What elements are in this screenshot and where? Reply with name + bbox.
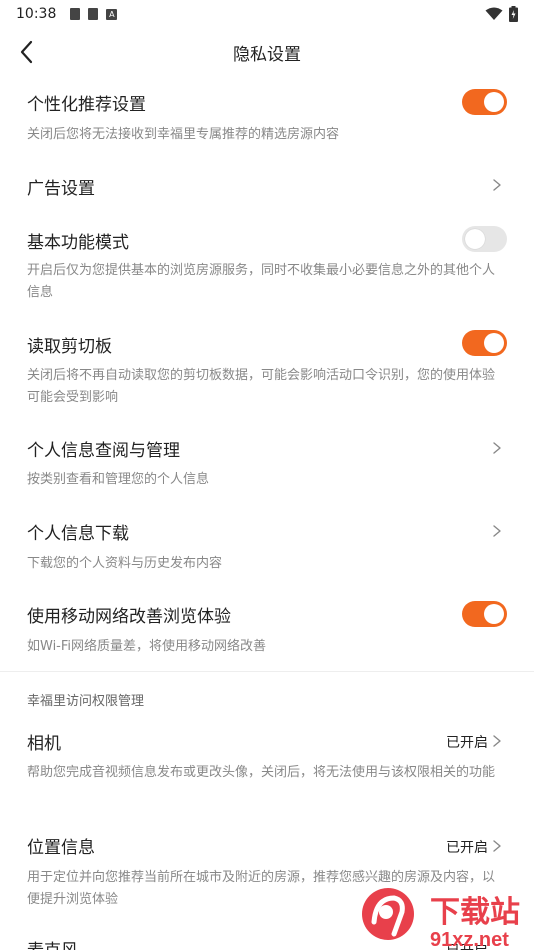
permission-description: 帮助您完成音视频信息发布或更改头像，关闭后，将无法使用与该权限相关的功能 — [27, 765, 496, 780]
setting-mobile-network: 使用移动网络改善浏览体验 如Wi-Fi网络质量差，将使用移动网络改善 — [0, 595, 534, 661]
status-bar: 10:38 A — [0, 0, 534, 28]
setting-personalized-recommendation: 个性化推荐设置 关闭后您将无法接收到幸福里专属推荐的精选房源内容 — [0, 84, 534, 150]
setting-basic-mode: 基本功能模式 开启后仅为您提供基本的浏览房源服务，同时不收集最小必要信息之外的其… — [0, 220, 534, 306]
page-title: 隐私设置 — [233, 45, 301, 65]
setting-description: 开启后仅为您提供基本的浏览房源服务，同时不收集最小必要信息之外的其他个人信息 — [27, 263, 496, 300]
notification-icon — [88, 8, 99, 20]
wifi-icon — [485, 7, 503, 20]
toggle-knob — [484, 333, 504, 353]
setting-title: 广告设置 — [27, 179, 95, 199]
setting-title: 读取剪切板 — [27, 337, 112, 357]
permission-camera[interactable]: 相机 已开启 帮助您完成音视频信息发布或更改头像，关闭后，将无法使用与该权限相关… — [0, 720, 534, 810]
chevron-right-icon — [493, 525, 501, 537]
chevron-right-icon — [493, 735, 501, 747]
permission-status: 已开启 — [446, 840, 488, 856]
setting-ad-settings[interactable]: 广告设置 — [0, 166, 534, 206]
setting-read-clipboard: 读取剪切板 关闭后将不再自动读取您的剪切板数据，可能会影响活动口令识别，您的使用… — [0, 324, 534, 410]
setting-title: 个性化推荐设置 — [27, 95, 146, 115]
permission-status: 已开启 — [446, 735, 488, 751]
setting-description: 如Wi-Fi网络质量差，将使用移动网络改善 — [27, 639, 267, 654]
setting-title: 使用移动网络改善浏览体验 — [27, 607, 231, 627]
setting-description: 下载您的个人资料与历史发布内容 — [27, 556, 223, 571]
setting-personal-info-management[interactable]: 个人信息查阅与管理 按类别查看和管理您的个人信息 — [0, 428, 534, 494]
setting-title: 个人信息下载 — [27, 524, 129, 544]
watermark-logo: 下载站 91xz.net — [358, 884, 534, 950]
svg-text:下载站: 下载站 — [430, 896, 520, 929]
setting-personal-info-download[interactable]: 个人信息下载 下载您的个人资料与历史发布内容 — [0, 511, 534, 577]
setting-description: 关闭后将不再自动读取您的剪切板数据，可能会影响活动口令识别，您的使用体验可能会受… — [27, 368, 496, 405]
chevron-right-icon — [493, 840, 501, 852]
read-clipboard-toggle[interactable] — [462, 330, 507, 356]
permission-title: 麦克风 — [27, 936, 78, 950]
permission-title: 相机 — [27, 734, 61, 754]
status-time: 10:38 — [16, 6, 57, 22]
setting-description: 按类别查看和管理您的个人信息 — [27, 472, 210, 487]
chevron-right-icon — [493, 442, 501, 454]
notification-icons: A — [70, 8, 118, 20]
setting-title: 基本功能模式 — [27, 233, 129, 253]
notification-a-icon: A — [106, 8, 118, 20]
toggle-knob — [465, 229, 485, 249]
nav-bar: 隐私设置 — [0, 30, 534, 74]
section-divider — [0, 671, 534, 672]
permission-title: 位置信息 — [27, 838, 95, 858]
notification-icon — [70, 8, 81, 20]
setting-title: 个人信息查阅与管理 — [27, 441, 180, 461]
toggle-knob — [484, 604, 504, 624]
mobile-network-toggle[interactable] — [462, 601, 507, 627]
chevron-right-icon — [493, 179, 501, 191]
battery-icon — [509, 6, 518, 22]
setting-description: 关闭后您将无法接收到幸福里专属推荐的精选房源内容 — [27, 127, 340, 142]
svg-text:91xz.net: 91xz.net — [430, 929, 509, 950]
toggle-knob — [484, 92, 504, 112]
personalized-recommendation-toggle[interactable] — [462, 89, 507, 115]
permissions-section-title: 幸福里访问权限管理 — [27, 694, 145, 709]
basic-mode-toggle[interactable] — [462, 226, 507, 252]
